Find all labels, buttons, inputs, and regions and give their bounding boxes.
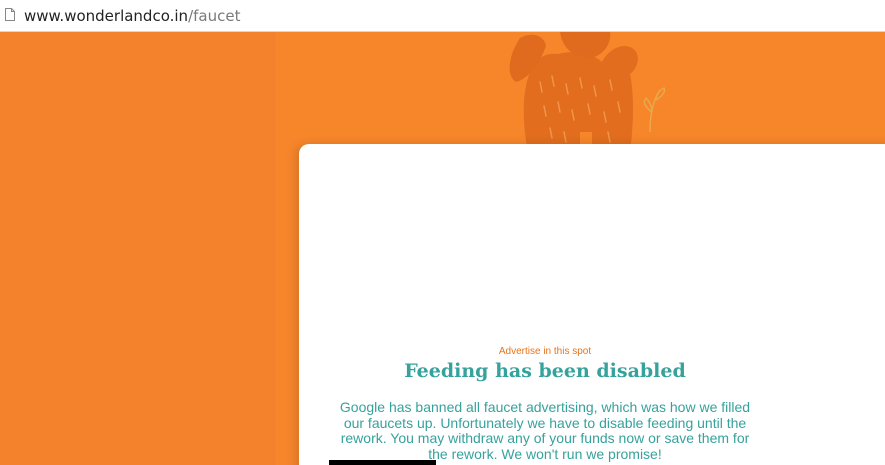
- address-bar[interactable]: www.wonderlandco.in/faucet: [0, 0, 885, 32]
- left-panel: [0, 32, 278, 465]
- advertise-link[interactable]: Advertise in this spot: [495, 346, 595, 357]
- bear-illustration: [509, 32, 666, 152]
- url-domain: www.wonderlandco.in: [24, 7, 189, 25]
- page-title: Feeding has been disabled: [404, 360, 686, 382]
- black-bar: [329, 460, 436, 465]
- url-text[interactable]: www.wonderlandco.in/faucet: [24, 7, 240, 25]
- page-content: Advertise in this spot Feeding has been …: [0, 32, 885, 465]
- disabled-message: Google has banned all faucet advertising…: [339, 399, 751, 462]
- faucet-card: Advertise in this spot Feeding has been …: [299, 144, 885, 465]
- page-icon: [5, 8, 15, 21]
- url-path: /faucet: [188, 7, 241, 25]
